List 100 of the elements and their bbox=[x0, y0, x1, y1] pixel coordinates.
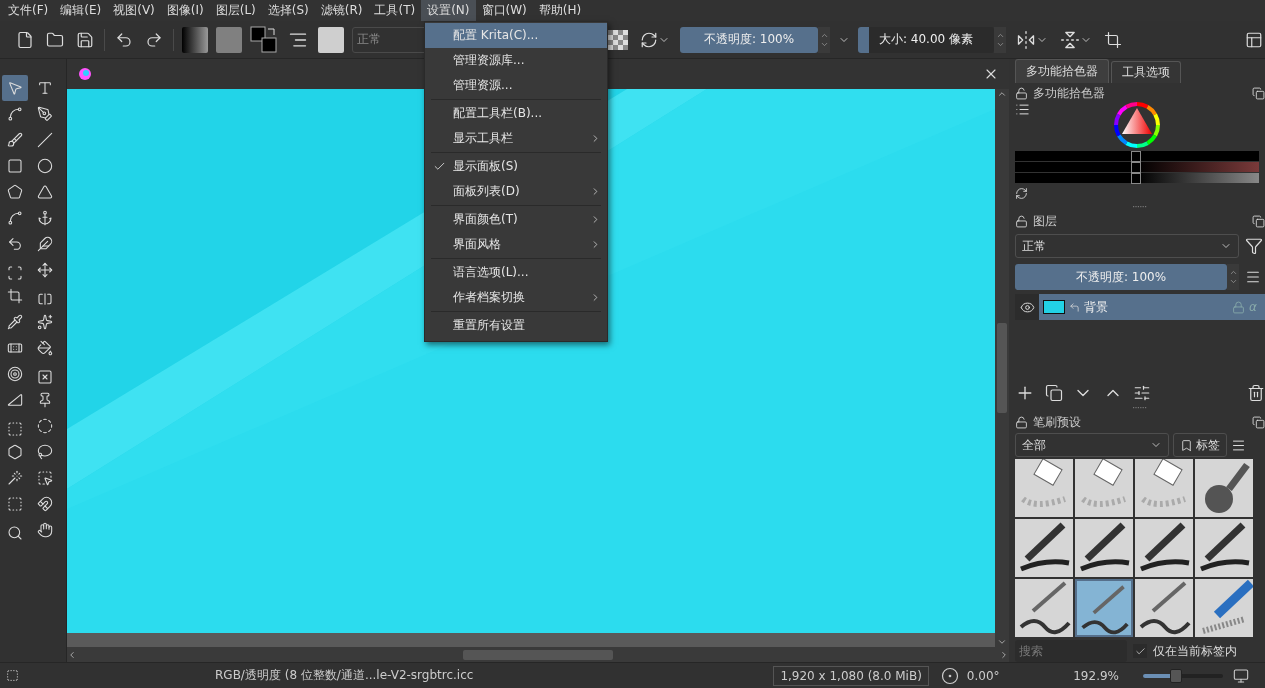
menu-entry[interactable]: 重置所有设置 bbox=[425, 313, 607, 338]
menu-item[interactable]: 工具(T) bbox=[368, 0, 422, 21]
spin-arrows[interactable] bbox=[818, 26, 830, 53]
layer-row[interactable]: 背景 α bbox=[1015, 294, 1265, 321]
brush-preset[interactable] bbox=[1135, 519, 1193, 577]
sparkle-icon bbox=[37, 314, 53, 330]
brush-preset[interactable] bbox=[1195, 519, 1253, 577]
bezier-icon bbox=[7, 210, 23, 226]
check-icon bbox=[432, 160, 446, 173]
checkbox[interactable] bbox=[1133, 644, 1147, 658]
size-slider[interactable]: 大小: 40.00 像素 bbox=[858, 26, 994, 53]
hand-icon bbox=[37, 522, 53, 538]
arrow-down-icon bbox=[997, 637, 1007, 647]
float-icon bbox=[1252, 416, 1265, 429]
tag-button[interactable]: 标签 bbox=[1173, 433, 1227, 457]
pattern-swatch[interactable] bbox=[216, 26, 242, 53]
color-select-icon bbox=[37, 470, 53, 486]
color-slider[interactable] bbox=[1015, 173, 1259, 184]
menu-item[interactable]: 文件(F) bbox=[2, 0, 55, 21]
menu-entry[interactable]: 配置工具栏(B)... bbox=[425, 101, 607, 126]
menu-entry[interactable]: 显示面板(S) bbox=[425, 154, 607, 179]
properties-icon bbox=[1133, 384, 1151, 403]
lock-icon bbox=[1015, 215, 1028, 229]
brush-preset[interactable] bbox=[1075, 519, 1133, 577]
tag-combo[interactable]: 全部 bbox=[1015, 433, 1169, 457]
blend-mode-combo[interactable]: 正常 bbox=[1015, 234, 1239, 259]
layer-name: 背景 bbox=[1084, 298, 1109, 316]
bucket-icon bbox=[37, 340, 53, 356]
float-icon bbox=[1252, 87, 1265, 101]
list-icon bbox=[1015, 102, 1030, 118]
menu-entry[interactable]: 管理资源库... bbox=[425, 48, 607, 73]
grip-handle-icon[interactable] bbox=[1133, 206, 1147, 209]
docker-tab[interactable]: 多功能拾色器 bbox=[1015, 59, 1109, 84]
panel-icon bbox=[1245, 30, 1263, 49]
spline-icon bbox=[7, 106, 23, 122]
brush-preset[interactable] bbox=[1135, 579, 1193, 637]
menu-item[interactable]: 设置(N) bbox=[421, 0, 476, 21]
brush-preset[interactable] bbox=[1195, 459, 1253, 517]
menu-entry[interactable]: 显示工具栏 bbox=[425, 126, 607, 151]
rotation-icon bbox=[940, 666, 959, 685]
menu-entry[interactable]: 界面颜色(T) bbox=[425, 207, 607, 232]
monitor-icon bbox=[1233, 667, 1249, 684]
grip-handle-icon[interactable] bbox=[1133, 407, 1147, 410]
color-slider[interactable] bbox=[1015, 151, 1259, 162]
duplicate-icon bbox=[1045, 384, 1063, 403]
menu-entry[interactable]: 界面风格 bbox=[425, 232, 607, 257]
panel-title: 多功能拾色器 bbox=[1033, 85, 1106, 103]
layer-thumbnail bbox=[1043, 300, 1065, 315]
brush-preset-swatch[interactable] bbox=[318, 26, 344, 53]
opacity-slider[interactable]: 不透明度: 100% bbox=[680, 26, 818, 53]
menu-item[interactable]: 视图(V) bbox=[107, 0, 161, 21]
color-wheel[interactable] bbox=[1114, 102, 1160, 149]
pen-icon bbox=[37, 106, 53, 122]
menu-item[interactable]: 图像(I) bbox=[160, 0, 210, 21]
crop-icon bbox=[1104, 30, 1122, 49]
menu-entry[interactable]: 管理资源... bbox=[425, 73, 607, 98]
scrollbar-thumb[interactable] bbox=[997, 323, 1007, 413]
menu-entry[interactable]: 语言选项(L)... bbox=[425, 260, 607, 285]
brush-preset[interactable] bbox=[1015, 519, 1073, 577]
polygon-select-icon bbox=[7, 444, 23, 460]
layer-opacity-slider[interactable]: 不透明度: 100% bbox=[1015, 264, 1227, 291]
line-icon bbox=[37, 132, 53, 148]
color-slider[interactable] bbox=[1015, 162, 1259, 173]
arrow-up-icon bbox=[997, 89, 1007, 99]
mirror-icon bbox=[1060, 29, 1080, 50]
checkbox-label: 仅在当前标签内 bbox=[1153, 642, 1237, 660]
spin-arrows[interactable] bbox=[1227, 264, 1239, 291]
menu-item[interactable]: 图层(L) bbox=[209, 0, 262, 21]
search-field[interactable]: 搜索 bbox=[1015, 640, 1127, 662]
check-icon bbox=[1134, 645, 1146, 657]
menu-item[interactable]: 选择(S) bbox=[261, 0, 315, 21]
selection-icon bbox=[6, 669, 19, 682]
layer-icon bbox=[1069, 301, 1080, 313]
gradient-swatch[interactable] bbox=[182, 26, 208, 53]
alpha-lock-button[interactable] bbox=[606, 27, 630, 52]
horizontal-scrollbar[interactable] bbox=[67, 647, 1009, 662]
lock-icon bbox=[1015, 416, 1028, 429]
docker-tab[interactable]: 工具选项 bbox=[1111, 61, 1181, 84]
menu-entry[interactable]: 配置 Krita(C)... bbox=[425, 23, 607, 48]
scrollbar-thumb[interactable] bbox=[463, 649, 613, 660]
menu-item[interactable]: 滤镜(R) bbox=[314, 0, 369, 21]
menu-item[interactable]: 编辑(E) bbox=[54, 0, 108, 21]
lasso-icon bbox=[37, 444, 53, 460]
vertical-scrollbar[interactable] bbox=[995, 89, 1009, 647]
square-icon bbox=[7, 158, 23, 174]
menu-item[interactable]: 窗口(W) bbox=[475, 0, 533, 21]
trash-icon bbox=[1247, 384, 1265, 403]
brush-preset[interactable] bbox=[1015, 579, 1073, 637]
menu-item[interactable]: 帮助(H) bbox=[532, 0, 588, 21]
file-icon bbox=[16, 30, 34, 49]
arrow-left-icon bbox=[67, 649, 77, 660]
menu-entry[interactable]: 作者档案切换 bbox=[425, 285, 607, 310]
brush-preset[interactable] bbox=[1075, 579, 1133, 637]
spin-arrows[interactable] bbox=[994, 26, 1006, 53]
foreground-background-colors-icon[interactable] bbox=[250, 25, 278, 54]
circle-icon bbox=[37, 158, 53, 174]
lock-icon bbox=[1232, 300, 1246, 314]
checker-icon bbox=[608, 29, 628, 50]
menu-entry[interactable]: 面板列表(D) bbox=[425, 179, 607, 204]
zoom-slider[interactable] bbox=[1143, 667, 1223, 684]
